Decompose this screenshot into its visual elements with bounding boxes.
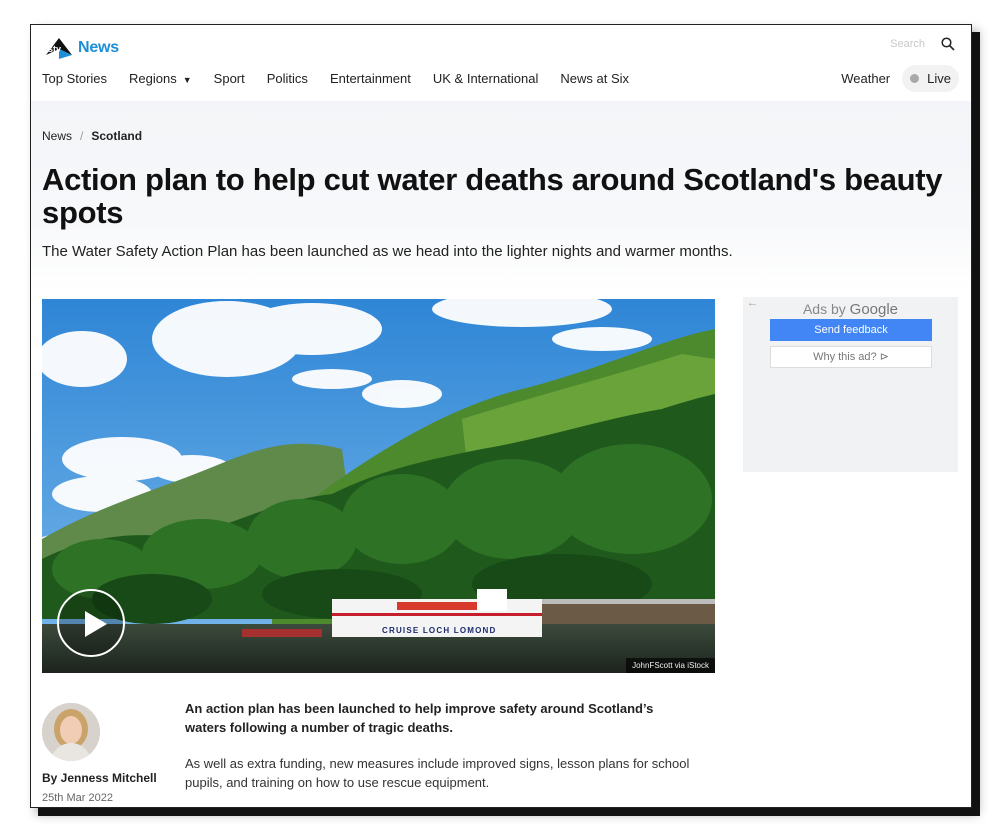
nav-sport[interactable]: Sport — [214, 71, 245, 86]
boat-name-text: CRUISE LOCH LOMOND — [382, 626, 497, 635]
breadcrumb-news[interactable]: News — [42, 129, 72, 143]
page-title: Action plan to help cut water deaths aro… — [42, 162, 943, 230]
nav-uk-international[interactable]: UK & International — [433, 71, 539, 86]
article-paragraph: As well as extra funding, new measures i… — [185, 756, 690, 790]
breadcrumb-scotland[interactable]: Scotland — [91, 129, 142, 143]
nav-news-at-six[interactable]: News at Six — [560, 71, 629, 86]
article-content: News / Scotland Action plan to help cut … — [31, 101, 971, 807]
search-area: Search — [890, 37, 955, 51]
ads-by-google: Ads by Google — [743, 301, 958, 318]
stv-logo-icon: stv — [46, 38, 72, 59]
ads-by-label: Ads by — [802, 301, 846, 317]
search-input[interactable]: Search — [890, 38, 925, 50]
play-icon — [85, 611, 107, 637]
live-button[interactable]: Live — [902, 65, 959, 92]
hero-image: CRUISE LOCH LOMOND — [42, 299, 715, 673]
main-nav: Top Stories Regions ▼ Sport Politics Ent… — [42, 71, 651, 86]
send-feedback-button[interactable]: Send feedback — [770, 319, 932, 341]
browser-page: stv News Search Top Stories Regions ▼ Sp… — [30, 24, 972, 808]
google-label: Google — [849, 301, 899, 318]
nav-weather[interactable]: Weather — [841, 71, 890, 86]
breadcrumb: News / Scotland — [42, 129, 142, 143]
live-label: Live — [927, 71, 951, 86]
standfirst: The Water Safety Action Plan has been la… — [42, 243, 733, 260]
author-photo — [42, 703, 100, 761]
nav-politics[interactable]: Politics — [267, 71, 308, 86]
play-button[interactable] — [57, 589, 125, 657]
article-lead: An action plan has been launched to help… — [185, 701, 654, 735]
nav-regions[interactable]: Regions ▼ — [129, 71, 192, 86]
hero-video[interactable]: CRUISE LOCH LOMOND JohnFScott via iStock — [42, 299, 715, 673]
why-this-ad-button[interactable]: Why this ad? ⊳ — [770, 346, 932, 368]
stv-news-logo[interactable]: stv News — [42, 35, 119, 61]
author-name[interactable]: By Jenness Mitchell — [42, 771, 157, 785]
nav-regions-label: Regions — [129, 71, 177, 86]
live-indicator-icon — [910, 74, 920, 83]
site-header: stv News Search Top Stories Regions ▼ Sp… — [31, 25, 971, 101]
nav-right: Weather Live — [841, 65, 959, 92]
ad-panel: ← Ads by Google Send feedback Why this a… — [743, 297, 958, 472]
svg-text:stv: stv — [48, 44, 61, 54]
nav-entertainment[interactable]: Entertainment — [330, 71, 411, 86]
search-icon[interactable] — [941, 37, 955, 51]
chevron-down-icon: ▼ — [182, 74, 192, 85]
breadcrumb-separator: / — [80, 129, 84, 143]
nav-top-stories[interactable]: Top Stories — [42, 71, 107, 86]
brand-name: News — [78, 39, 119, 56]
publish-date: 25th Mar 2022 — [42, 792, 113, 804]
image-credit: JohnFScott via iStock — [626, 658, 715, 673]
avatar — [42, 703, 100, 761]
